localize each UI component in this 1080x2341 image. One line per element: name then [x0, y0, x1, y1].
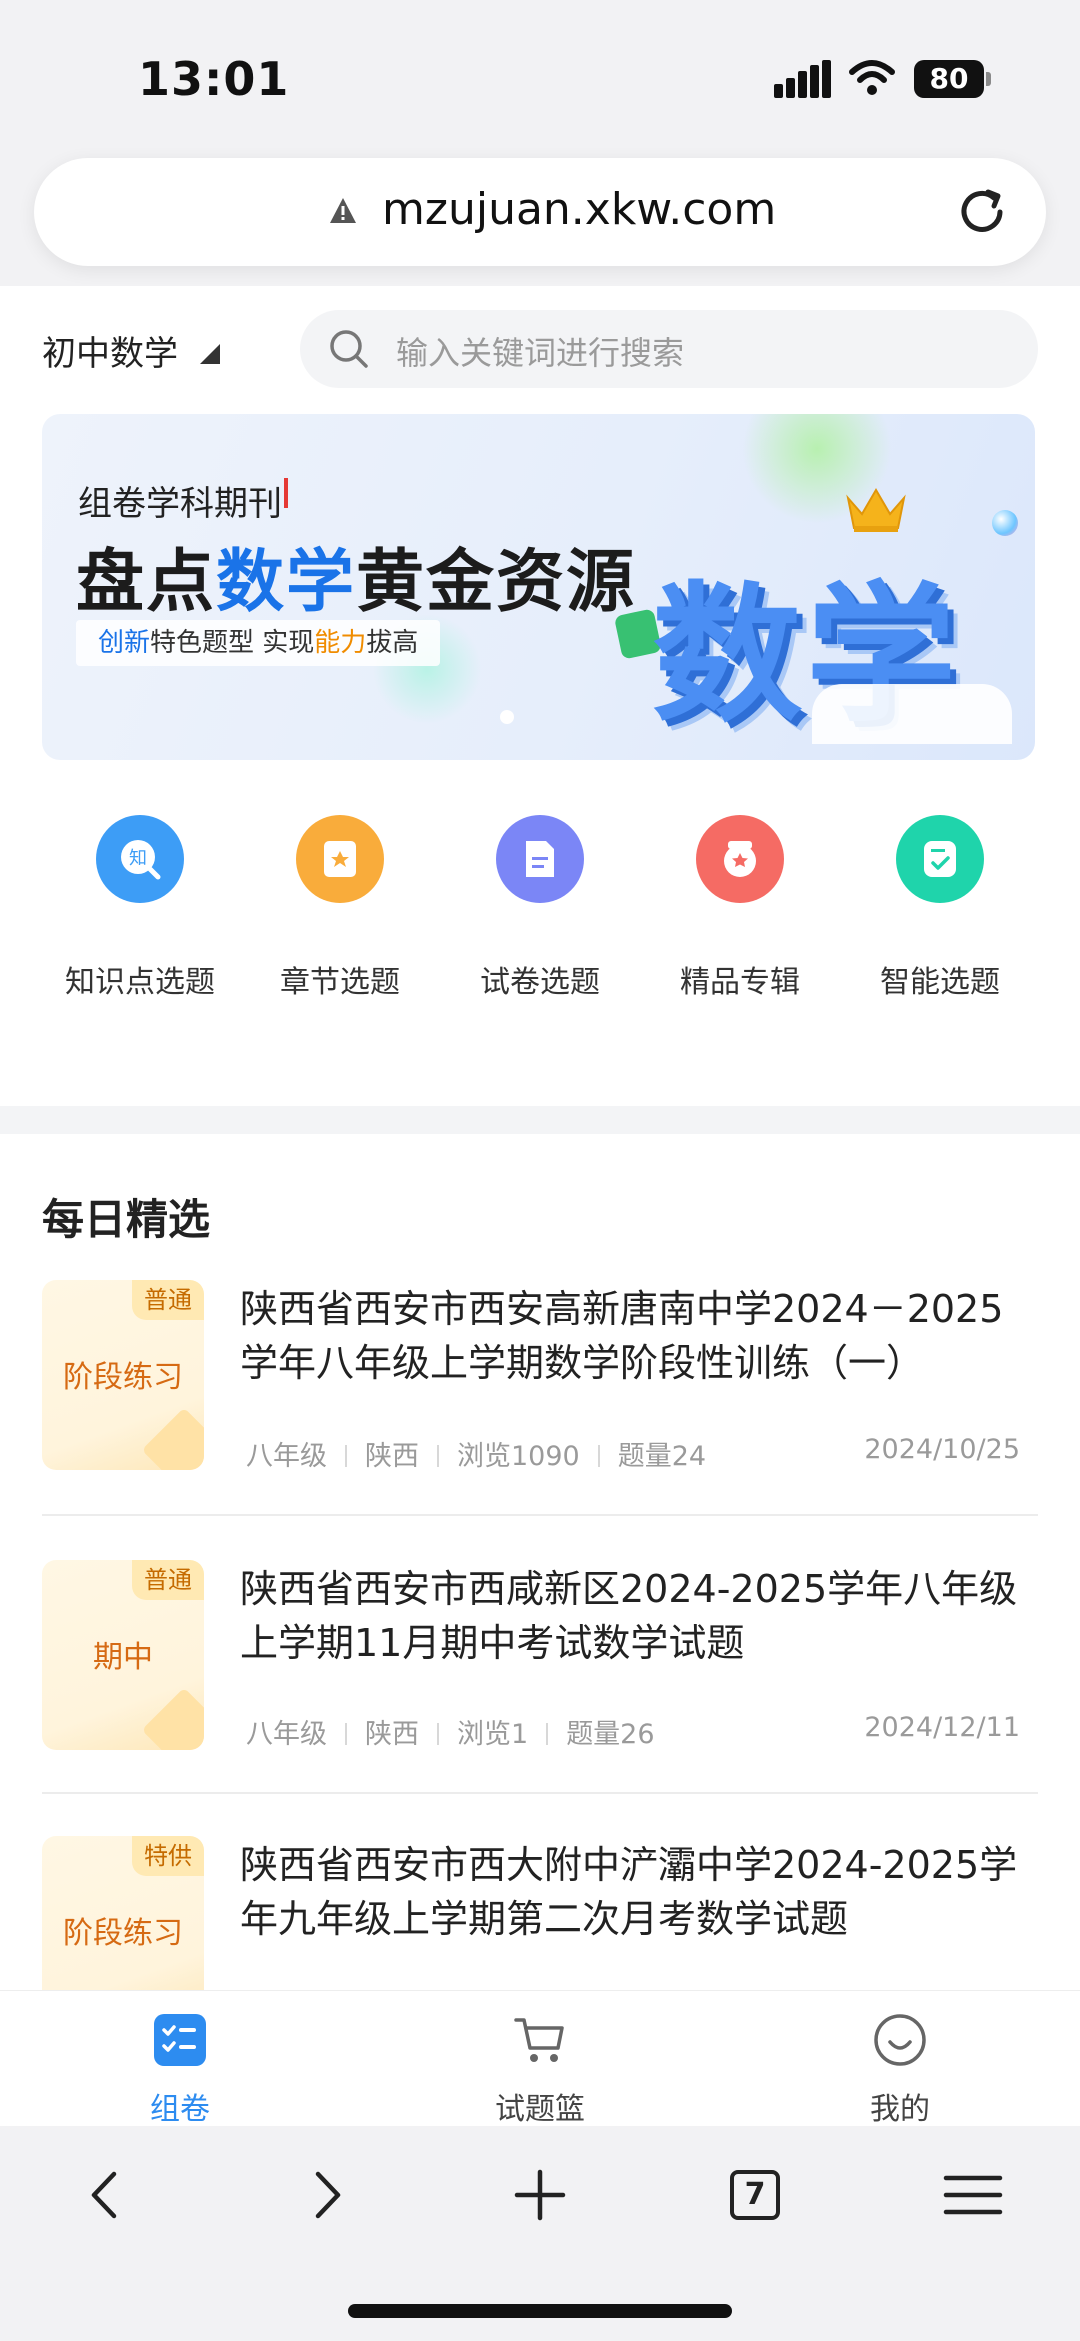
- banner-title: 盘点数学黄金资源: [76, 543, 637, 622]
- crown-icon: [846, 488, 906, 532]
- section-title: 每日精选: [42, 1195, 211, 1244]
- banner-tagline: 创新特色题型 实现能力拔高: [76, 620, 441, 666]
- tab-compose[interactable]: 组卷: [80, 2004, 280, 2127]
- shortcut-knowledge[interactable]: 知 知识点选题: [40, 815, 240, 1015]
- item-date: 2024/10/25: [864, 1434, 1020, 1465]
- item-date: 2024/12/11: [864, 1712, 1020, 1743]
- shortcut-label: 智能选题: [880, 965, 1000, 1000]
- banner-decoration-orb: [992, 510, 1018, 536]
- album-icon: [696, 815, 784, 903]
- item-type: 阶段练习: [63, 1916, 183, 1951]
- item-title[interactable]: 陕西省西安市西大附中浐灞中学2024-2025学年九年级上学期第二次月考数学试题: [240, 1838, 1040, 1946]
- smart-icon: [896, 815, 984, 903]
- cart-icon: [514, 2018, 564, 2062]
- shortcut-paper[interactable]: 试卷选题: [440, 815, 640, 1015]
- search-icon: [330, 330, 368, 368]
- item-badge: 普通: [132, 1280, 204, 1320]
- carousel-indicator[interactable]: [500, 710, 514, 724]
- item-title[interactable]: 陕西省西安市西咸新区2024-2025学年八年级上学期11月期中考试数学试题: [240, 1562, 1040, 1670]
- status-time: 13:01: [138, 52, 290, 106]
- knowledge-icon: 知: [96, 815, 184, 903]
- item-meta: 八年级 陕西 浏览1090 题量24: [246, 1441, 707, 1472]
- chapter-icon: [296, 815, 384, 903]
- shortcut-chapter[interactable]: 章节选题: [240, 815, 440, 1015]
- list-divider: [42, 1792, 1038, 1794]
- cellular-signal-icon: [774, 60, 832, 98]
- subject-selector[interactable]: 初中数学: [42, 326, 178, 375]
- svg-text:知: 知: [129, 848, 147, 869]
- shortcut-album[interactable]: 精品专辑: [640, 815, 840, 1015]
- compose-icon: [154, 2014, 206, 2066]
- not-secure-warning-icon[interactable]: [328, 196, 358, 226]
- forward-icon[interactable]: [290, 2160, 360, 2230]
- section-divider: [0, 1106, 1080, 1134]
- list-divider: [42, 1514, 1038, 1516]
- tabs-button[interactable]: 7: [720, 2160, 790, 2230]
- item-thumbnail: 普通 期中: [42, 1560, 204, 1750]
- dropdown-caret-icon[interactable]: [200, 344, 220, 364]
- tab-question-basket[interactable]: 试题篮: [440, 2004, 640, 2127]
- tab-label: 我的: [870, 2092, 930, 2127]
- url-text[interactable]: mzujuan.xkw.com: [382, 184, 776, 235]
- profile-icon: [874, 2014, 926, 2066]
- banner-paper-decoration: [812, 684, 1012, 744]
- search-placeholder[interactable]: 输入关键词进行搜索: [396, 328, 684, 374]
- tabs-count: 7: [744, 2177, 766, 2212]
- item-type: 阶段练习: [63, 1360, 183, 1395]
- shortcut-smart[interactable]: 智能选题: [840, 815, 1040, 1015]
- tab-label: 组卷: [150, 2092, 210, 2127]
- back-icon[interactable]: [72, 2160, 142, 2230]
- menu-icon[interactable]: [938, 2160, 1008, 2230]
- shortcut-label: 知识点选题: [65, 965, 215, 1000]
- paper-icon: [496, 815, 584, 903]
- item-badge: 普通: [132, 1560, 204, 1600]
- shortcut-label: 章节选题: [280, 965, 400, 1000]
- promo-banner[interactable]: 组卷学科期刊 盘点数学黄金资源 创新特色题型 实现能力拔高 数学: [42, 414, 1035, 760]
- new-tab-icon[interactable]: [505, 2160, 575, 2230]
- tab-profile[interactable]: 我的: [800, 2004, 1000, 2127]
- item-badge: 特供: [132, 1836, 204, 1876]
- item-meta: 八年级 陕西 浏览1 题量26: [246, 1719, 655, 1750]
- tab-label: 试题篮: [495, 2092, 585, 2127]
- item-title[interactable]: 陕西省西安市西安高新唐南中学2024－2025学年八年级上学期数学阶段性训练（一…: [240, 1282, 1040, 1390]
- item-type: 期中: [93, 1640, 153, 1675]
- banner-eyebrow: 组卷学科期刊: [78, 476, 288, 525]
- item-thumbnail: 普通 阶段练习: [42, 1280, 204, 1470]
- battery-indicator: 80: [914, 60, 984, 98]
- reload-icon[interactable]: [954, 184, 1010, 240]
- battery-cap: [986, 72, 991, 86]
- shortcut-label: 精品专辑: [680, 965, 800, 1000]
- home-indicator[interactable]: [348, 2304, 732, 2318]
- wifi-icon: [849, 60, 895, 95]
- shortcut-label: 试卷选题: [480, 965, 600, 1000]
